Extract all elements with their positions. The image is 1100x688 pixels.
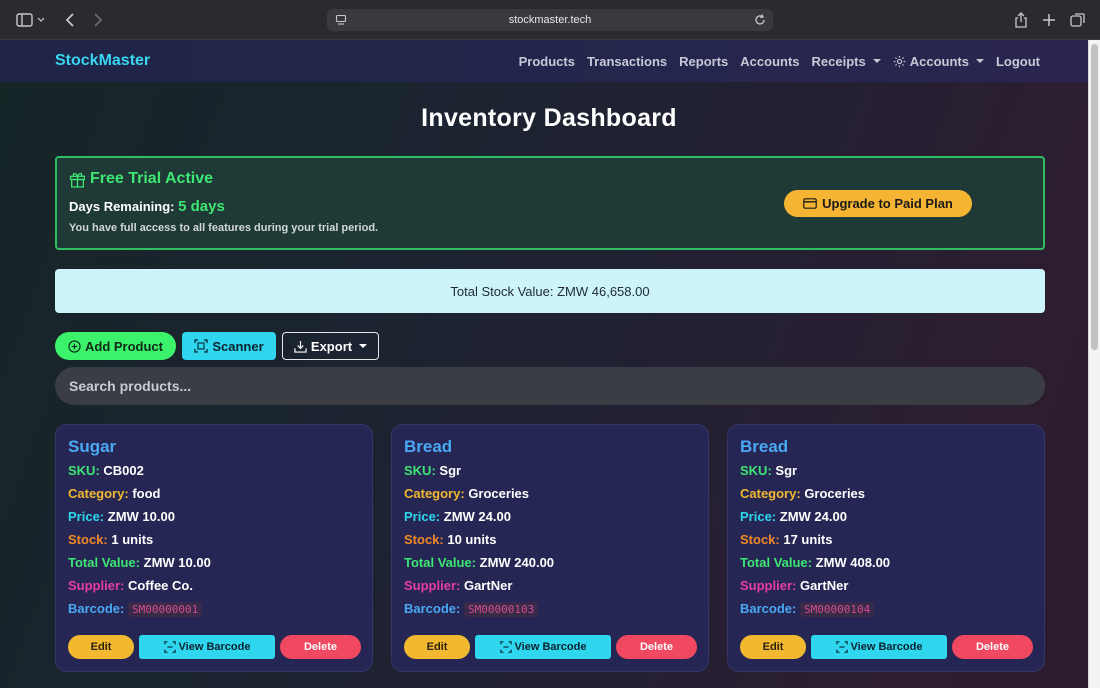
product-total-value: Total Value: ZMW 240.00 xyxy=(404,555,555,570)
trial-title-text: Free Trial Active xyxy=(90,170,214,187)
page-scrollbar[interactable] xyxy=(1088,40,1100,688)
page-viewport: StockMaster Products Transactions Report… xyxy=(0,40,1088,688)
product-category: Category: food xyxy=(68,486,161,501)
forward-icon[interactable] xyxy=(90,10,106,30)
view-barcode-button[interactable]: View Barcode xyxy=(475,635,611,659)
product-total-value: Total Value: ZMW 408.00 xyxy=(740,555,891,570)
upgrade-button-label: Upgrade to Paid Plan xyxy=(822,196,953,211)
nav-receipts-dropdown[interactable]: Receipts xyxy=(812,54,881,69)
top-navbar: StockMaster Products Transactions Report… xyxy=(0,40,1088,82)
product-sku: SKU: Sgr xyxy=(740,463,798,478)
url-text: stockmaster.tech xyxy=(508,14,592,26)
total-stock-value: Total Stock Value: ZMW 46,658.00 xyxy=(55,269,1045,313)
scan-icon xyxy=(163,641,176,653)
scanner-button[interactable]: Scanner xyxy=(182,332,276,360)
view-barcode-label: View Barcode xyxy=(178,641,251,653)
delete-button[interactable]: Delete xyxy=(280,635,361,659)
browser-toolbar: stockmaster.tech xyxy=(0,0,1100,40)
address-bar[interactable]: stockmaster.tech xyxy=(327,9,773,31)
add-product-button[interactable]: Add Product xyxy=(55,332,176,360)
product-stock: Stock: 10 units xyxy=(404,532,497,547)
product-supplier: Supplier: Coffee Co. xyxy=(68,578,193,593)
nav-accounts-menu-label: Accounts xyxy=(909,53,969,69)
product-category: Category: Groceries xyxy=(404,486,530,501)
nav-reports[interactable]: Reports xyxy=(679,54,728,69)
product-card: Bread SKU: Sgr Category: Groceries Price… xyxy=(727,424,1045,672)
scrollbar-thumb[interactable] xyxy=(1091,44,1098,350)
product-barcode: Barcode: SM00000001 xyxy=(68,601,203,617)
product-category: Category: Groceries xyxy=(740,486,866,501)
site-settings-icon[interactable] xyxy=(335,14,347,26)
nav-logout[interactable]: Logout xyxy=(996,54,1040,69)
sidebar-toggle-icon[interactable] xyxy=(14,10,46,30)
credit-card-icon xyxy=(803,198,817,209)
nav-receipts-label: Receipts xyxy=(811,53,866,69)
delete-button[interactable]: Delete xyxy=(616,635,697,659)
trial-days: Days Remaining: 5 days xyxy=(69,198,225,215)
brand-logo[interactable]: StockMaster xyxy=(55,52,150,70)
view-barcode-label: View Barcode xyxy=(850,641,923,653)
reload-icon[interactable] xyxy=(753,13,767,27)
chevron-down-icon xyxy=(359,344,368,348)
view-barcode-button[interactable]: View Barcode xyxy=(139,635,275,659)
product-barcode: Barcode: SM00000104 xyxy=(740,601,875,617)
chevron-down-icon xyxy=(872,59,881,63)
add-product-label: Add Product xyxy=(85,338,163,354)
product-price: Price: ZMW 24.00 xyxy=(740,509,847,524)
trial-title: Free Trial Active xyxy=(69,170,213,188)
search-input[interactable] xyxy=(55,367,1045,405)
product-name: Bread xyxy=(404,437,453,456)
chevron-down-icon xyxy=(975,59,984,63)
product-name: Bread xyxy=(740,437,789,456)
scan-icon xyxy=(194,339,208,353)
product-sku: SKU: CB002 xyxy=(68,463,144,478)
trial-days-value: 5 days xyxy=(178,198,225,215)
gear-icon xyxy=(893,55,905,67)
download-icon xyxy=(294,340,307,353)
nav-accounts[interactable]: Accounts xyxy=(740,54,799,69)
product-stock: Stock: 17 units xyxy=(740,532,833,547)
product-barcode: Barcode: SM00000103 xyxy=(404,601,539,617)
product-supplier: Supplier: GartNer xyxy=(404,578,513,593)
page-title: Inventory Dashboard xyxy=(421,104,677,132)
trial-days-label: Days Remaining: xyxy=(69,199,175,214)
view-barcode-button[interactable]: View Barcode xyxy=(811,635,947,659)
nav-accounts-dropdown[interactable]: Accounts xyxy=(893,54,984,69)
delete-button[interactable]: Delete xyxy=(952,635,1033,659)
product-name: Sugar xyxy=(68,437,117,456)
edit-button[interactable]: Edit xyxy=(404,635,470,659)
back-icon[interactable] xyxy=(62,10,78,30)
product-total-value: Total Value: ZMW 10.00 xyxy=(68,555,211,570)
trial-banner: Free Trial Active Days Remaining: 5 days… xyxy=(55,156,1045,250)
tab-overview-icon[interactable] xyxy=(1069,10,1087,30)
product-stock: Stock: 1 units xyxy=(68,532,154,547)
product-price: Price: ZMW 10.00 xyxy=(68,509,175,524)
new-tab-icon[interactable] xyxy=(1041,10,1057,30)
nav-products[interactable]: Products xyxy=(519,54,575,69)
view-barcode-label: View Barcode xyxy=(514,641,587,653)
edit-button[interactable]: Edit xyxy=(740,635,806,659)
product-price: Price: ZMW 24.00 xyxy=(404,509,511,524)
share-icon[interactable] xyxy=(1013,10,1029,30)
export-label: Export xyxy=(310,338,353,354)
plus-circle-icon xyxy=(68,339,81,353)
product-card: Sugar SKU: CB002 Category: food Price: Z… xyxy=(55,424,373,672)
scanner-label: Scanner xyxy=(212,338,264,354)
gift-icon xyxy=(69,172,86,188)
nav-links: Products Transactions Reports Accounts R… xyxy=(519,40,1040,82)
product-supplier: Supplier: GartNer xyxy=(740,578,849,593)
edit-button[interactable]: Edit xyxy=(68,635,134,659)
nav-transactions[interactable]: Transactions xyxy=(587,54,667,69)
scan-icon xyxy=(835,641,848,653)
product-card: Bread SKU: Sgr Category: Groceries Price… xyxy=(391,424,709,672)
upgrade-button[interactable]: Upgrade to Paid Plan xyxy=(784,190,972,217)
product-sku: SKU: Sgr xyxy=(404,463,462,478)
scan-icon xyxy=(499,641,512,653)
export-dropdown-button[interactable]: Export xyxy=(282,332,379,360)
trial-note: You have full access to all features dur… xyxy=(69,222,379,234)
